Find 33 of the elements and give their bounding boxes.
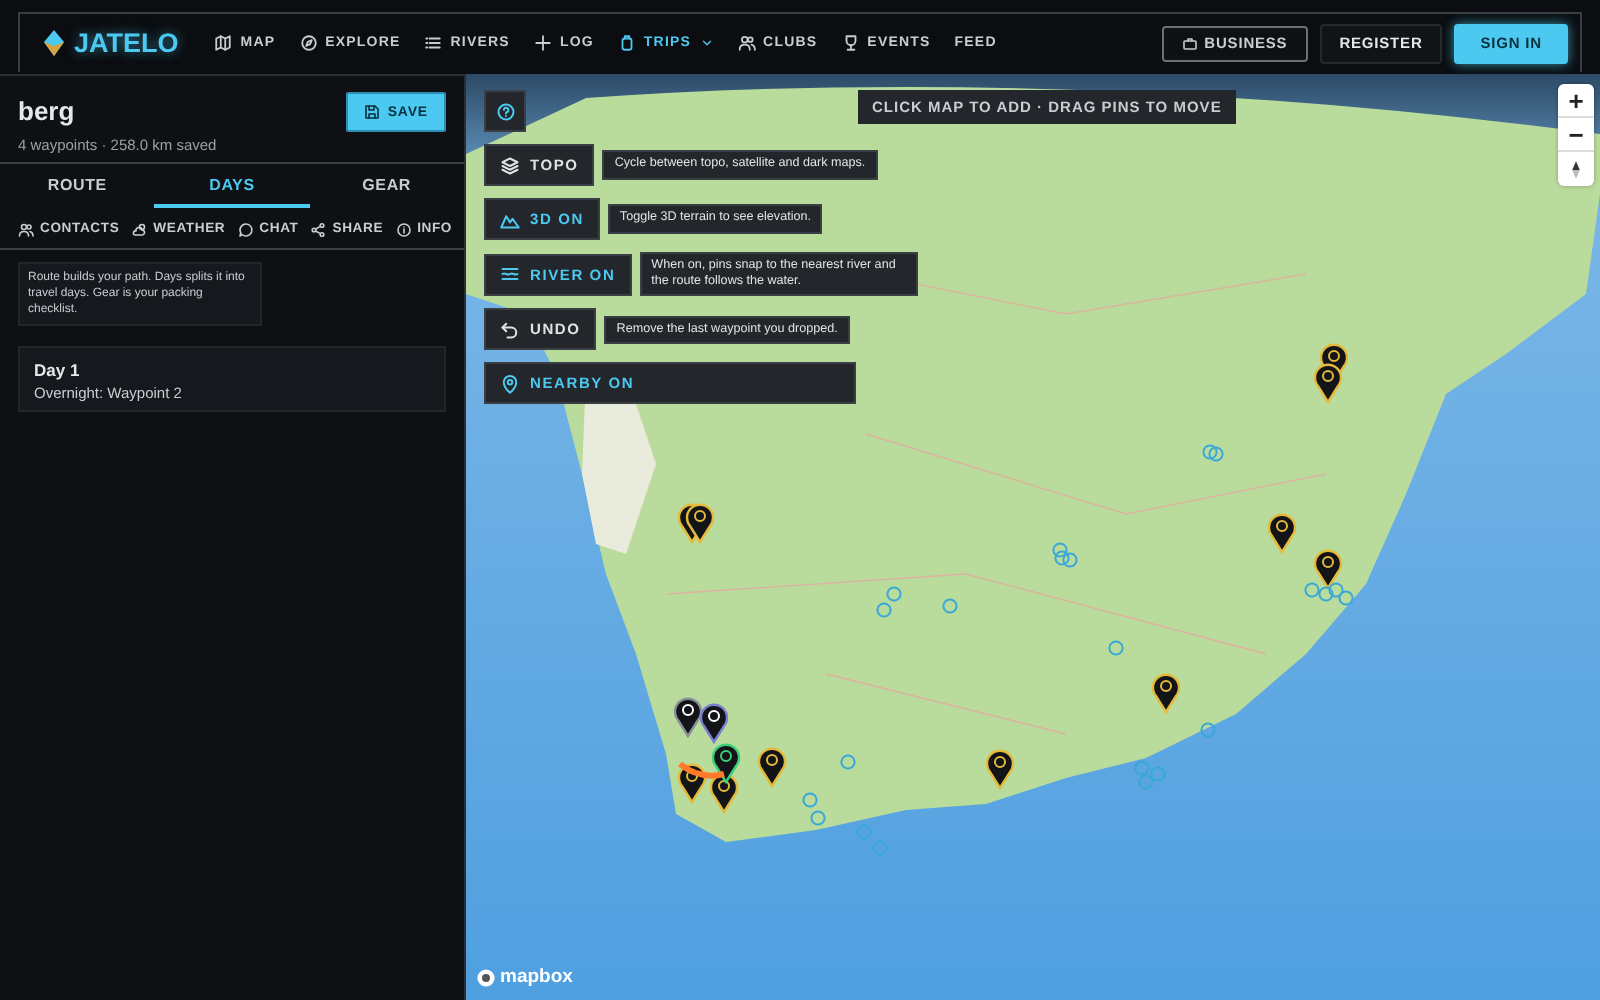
plus-icon: [533, 34, 552, 52]
tab[interactable]: DAYS: [154, 164, 310, 208]
list-icon: [424, 34, 443, 52]
location-pin-icon: [500, 373, 520, 394]
zoom-button[interactable]: +: [1558, 84, 1594, 118]
info-icon: [395, 221, 412, 237]
share-icon: [310, 221, 327, 237]
mountain-icon: [500, 209, 520, 229]
brand-name[interactable]: JATELO: [74, 28, 179, 58]
help-button[interactable]: [484, 90, 526, 132]
people-icon: [737, 34, 756, 52]
layers-icon: [500, 155, 520, 175]
compass-icon: [299, 34, 318, 52]
zoom-button[interactable]: −: [1558, 118, 1594, 152]
undo-icon: [500, 319, 520, 340]
trip-name: berg: [18, 96, 77, 126]
chat-icon: [237, 221, 254, 237]
tab[interactable]: ROUTE: [0, 164, 155, 208]
people-icon: [18, 221, 34, 237]
weather-icon: [131, 221, 148, 237]
waves-icon: [500, 264, 520, 285]
tab[interactable]: GEAR: [309, 164, 464, 208]
briefcase-icon: [1182, 35, 1199, 51]
bag-icon: [617, 34, 636, 52]
logo-icon: [44, 30, 64, 56]
day-title: Day 1: [34, 360, 82, 381]
save-icon: [363, 104, 380, 120]
mapbox-logo-icon: [476, 967, 496, 987]
compass-icon: [1566, 159, 1586, 179]
help-icon: [495, 101, 515, 121]
map-icon: [214, 34, 233, 52]
map-drawing[interactable]: [466, 74, 1600, 1000]
trophy-icon: [841, 34, 860, 52]
